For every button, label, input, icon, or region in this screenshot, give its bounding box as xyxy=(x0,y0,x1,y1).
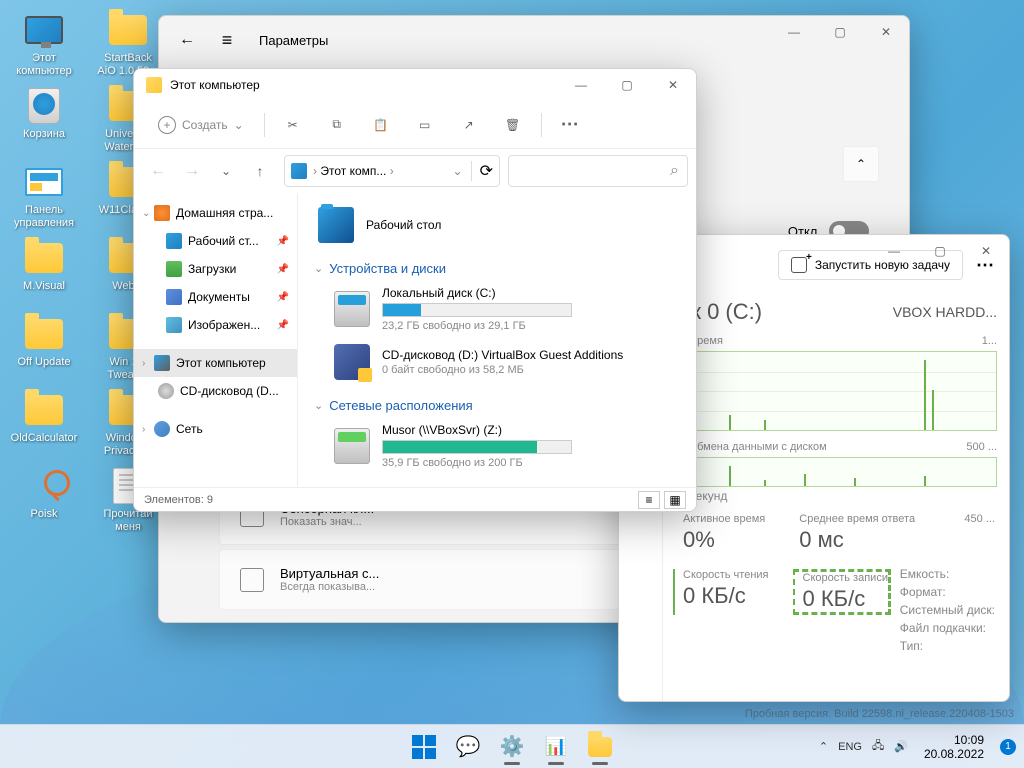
delete-button[interactable]: 🗑 xyxy=(493,107,533,143)
stat-avg-response: Среднее время ответа0 мс xyxy=(789,513,915,553)
sidebar-item[interactable]: ›Сеть xyxy=(134,415,297,443)
explorer-taskbar[interactable] xyxy=(580,727,620,767)
disk-model: VBOX HARDD... xyxy=(893,304,997,320)
view-grid-button[interactable]: ▦ xyxy=(664,491,686,509)
touchpad-icon xyxy=(240,568,264,592)
address-bar[interactable]: › Этот комп... ›⌄ xyxy=(284,155,500,187)
drive-icon xyxy=(334,291,370,327)
sidebar-item[interactable]: ›Этот компьютер xyxy=(134,349,297,377)
status-bar: Элементов: 9≡▦ xyxy=(134,487,696,511)
run-icon xyxy=(791,257,807,273)
desktop-icon[interactable]: Poisk xyxy=(8,464,80,536)
disk-info: Емкость:Формат:Системный диск:Файл подка… xyxy=(900,565,995,655)
stat-active-time: Активное время0% xyxy=(673,513,765,553)
close-button[interactable]: ✕ xyxy=(863,16,909,48)
window-controls: — ▢ ✕ xyxy=(771,16,909,48)
collapse-button[interactable]: ⌃ xyxy=(843,146,879,182)
pc-icon xyxy=(291,163,307,179)
disk-activity-graph xyxy=(673,351,997,431)
section-devices[interactable]: ⌄Устройства и диски xyxy=(314,261,680,276)
explorer-sidebar: ⌄Домашняя стра...Рабочий ст...📌Загрузки📌… xyxy=(134,193,298,487)
taskmanager-taskbar[interactable]: 📊 xyxy=(536,727,576,767)
window-title: Этот компьютер xyxy=(170,78,260,92)
img-icon xyxy=(166,317,182,333)
stat-read-speed: Скорость чтения0 КБ/с xyxy=(673,569,769,615)
close-button[interactable]: ✕ xyxy=(963,235,1009,267)
taskbar: 💬 ⚙️ 📊 ⌃ ENG 🖧 🔊 10:0920.08.2022 1 xyxy=(0,724,1024,768)
paste-button[interactable]: 📋 xyxy=(361,107,401,143)
window-controls: — ▢ ✕ xyxy=(558,69,696,101)
folder-icon xyxy=(146,77,162,93)
network-icon[interactable]: 🖧 xyxy=(872,737,884,756)
desk-icon xyxy=(166,233,182,249)
watermark: Пробная версия. Build 22598.ni_release.2… xyxy=(745,708,1014,720)
nav-back[interactable] xyxy=(142,155,174,187)
section-network[interactable]: ⌄Сетевые расположения xyxy=(314,398,680,413)
desktop-icon[interactable]: Off Update xyxy=(8,312,80,384)
item-desktop[interactable]: Рабочий стол xyxy=(314,201,680,249)
nav-forward[interactable] xyxy=(176,155,208,187)
search-icon xyxy=(670,162,679,180)
desktop-icon[interactable]: Корзина xyxy=(8,84,80,156)
desktop-icon[interactable]: OldCalculator xyxy=(8,388,80,460)
maximize-button[interactable]: ▢ xyxy=(604,69,650,101)
window-controls: — ▢ ✕ xyxy=(871,235,1009,267)
drive-z[interactable]: Musor (\\VBoxSvr) (Z:)35,9 ГБ свободно и… xyxy=(314,417,680,475)
explorer-main: Рабочий стол ⌄Устройства и диски Локальн… xyxy=(298,193,696,487)
doc-icon xyxy=(166,289,182,305)
back-button[interactable] xyxy=(171,24,203,56)
search-box[interactable] xyxy=(508,155,688,187)
desktop-icon[interactable]: Этот компьютер xyxy=(8,8,80,80)
disk-transfer-graph xyxy=(673,457,997,487)
sidebar-item[interactable]: Изображен...📌 xyxy=(134,311,297,339)
language-indicator[interactable]: ENG xyxy=(838,741,862,753)
volume-icon[interactable]: 🔊 xyxy=(894,740,908,753)
minimize-button[interactable]: — xyxy=(871,235,917,267)
menu-button[interactable] xyxy=(211,24,243,56)
home-icon xyxy=(154,205,170,221)
tray-expand[interactable]: ⌃ xyxy=(819,740,828,753)
more-button[interactable] xyxy=(550,107,590,143)
net-icon xyxy=(154,421,170,437)
desktop-icon[interactable]: M.Visual xyxy=(8,236,80,308)
view-list-button[interactable]: ≡ xyxy=(638,491,660,509)
nav-up[interactable] xyxy=(244,155,276,187)
chat-button[interactable]: 💬 xyxy=(448,727,488,767)
start-button[interactable] xyxy=(404,727,444,767)
explorer-window: — ▢ ✕ Этот компьютер +Создать⌄ ✂ ⧉ 📋 ▭ ↗… xyxy=(133,68,697,512)
notification-badge[interactable]: 1 xyxy=(1000,739,1016,755)
desktop-icon[interactable]: Панель управления xyxy=(8,160,80,232)
close-button[interactable]: ✕ xyxy=(650,69,696,101)
drive-c[interactable]: Локальный диск (C:)23,2 ГБ свободно из 2… xyxy=(314,280,680,338)
sidebar-item[interactable]: ⌄Домашняя стра... xyxy=(134,199,297,227)
nav-recent[interactable]: ⌄ xyxy=(210,155,242,187)
sidebar-item[interactable]: Рабочий ст...📌 xyxy=(134,227,297,255)
pc-icon xyxy=(154,355,170,371)
sidebar-item[interactable]: CD-дисковод (D... xyxy=(134,377,297,405)
sidebar-item[interactable]: Документы📌 xyxy=(134,283,297,311)
dl-icon xyxy=(166,261,182,277)
drive-d[interactable]: CD-дисковод (D:) VirtualBox Guest Additi… xyxy=(314,338,680,386)
sidebar-item[interactable]: Загрузки📌 xyxy=(134,255,297,283)
copy-button[interactable]: ⧉ xyxy=(317,107,357,143)
rename-button[interactable]: ▭ xyxy=(405,107,445,143)
maximize-button[interactable]: ▢ xyxy=(917,235,963,267)
clock[interactable]: 10:0920.08.2022 xyxy=(924,733,984,761)
network-drive-icon xyxy=(334,428,370,464)
settings-title: Параметры xyxy=(259,33,328,48)
cd-icon xyxy=(158,383,174,399)
create-button[interactable]: +Создать⌄ xyxy=(146,107,256,143)
maximize-button[interactable]: ▢ xyxy=(817,16,863,48)
cut-button[interactable]: ✂ xyxy=(273,107,313,143)
share-button[interactable]: ↗ xyxy=(449,107,489,143)
stat-write-speed: Скорость записи0 КБ/с xyxy=(793,569,891,615)
desktop-folder-icon xyxy=(318,207,354,243)
settings-taskbar[interactable]: ⚙️ xyxy=(492,727,532,767)
minimize-button[interactable]: — xyxy=(558,69,604,101)
minimize-button[interactable]: — xyxy=(771,16,817,48)
cd-icon xyxy=(334,344,370,380)
